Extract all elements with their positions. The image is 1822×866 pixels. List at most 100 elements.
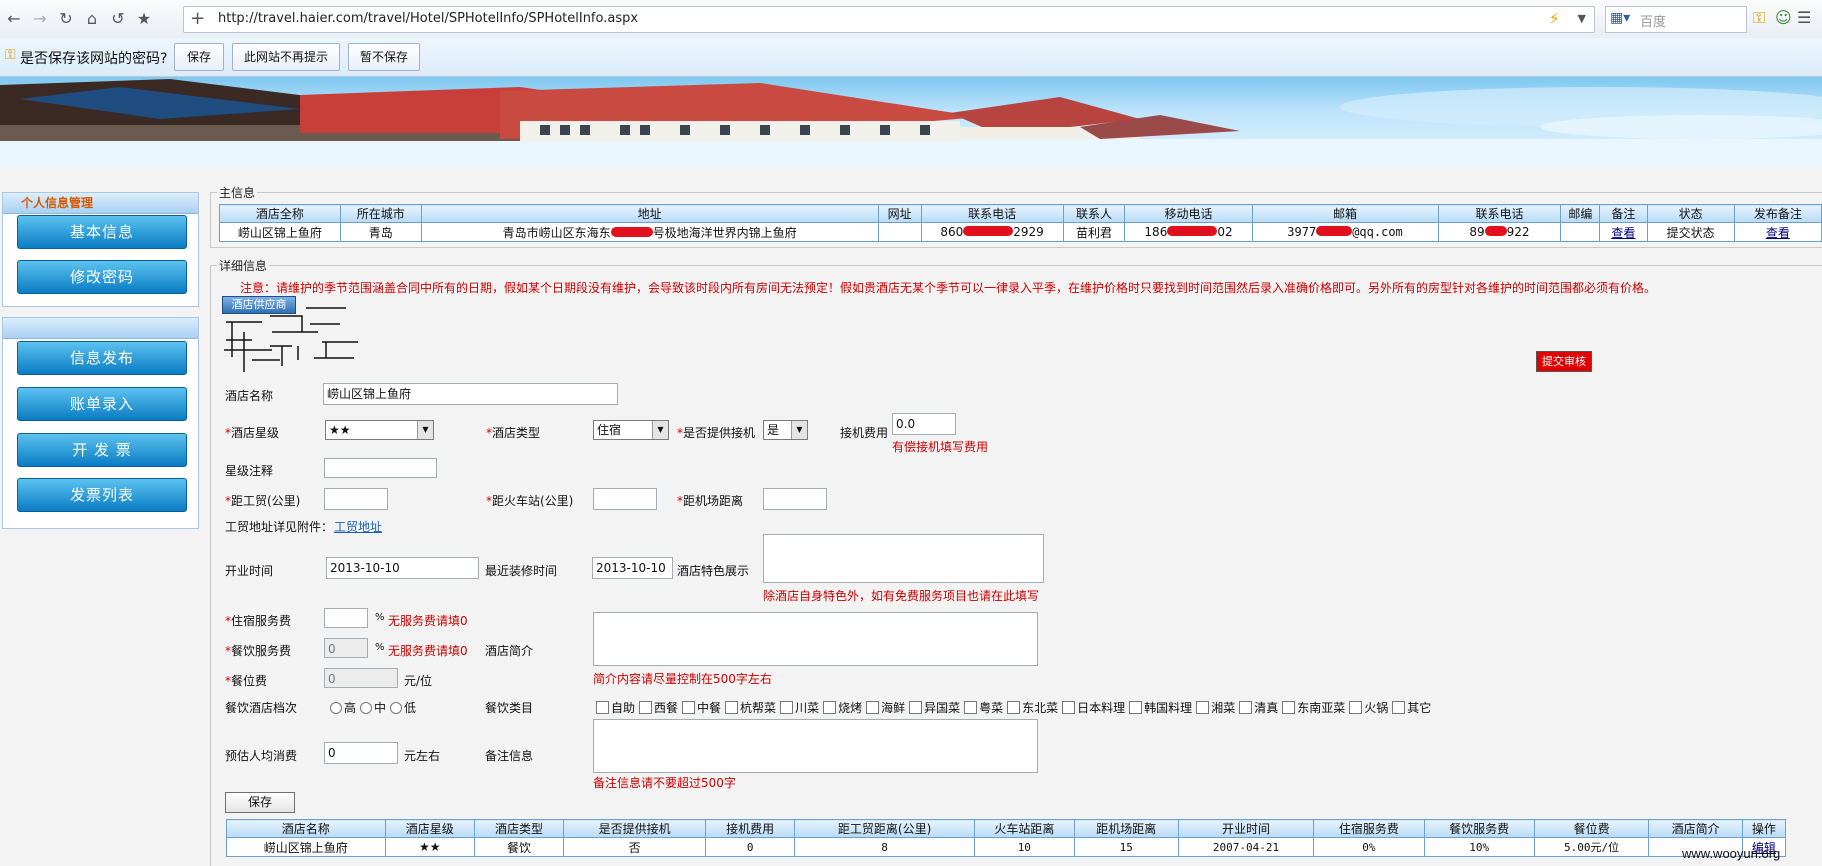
- favorite-star-icon[interactable]: ★: [132, 8, 156, 30]
- cuisine-checkbox[interactable]: [1007, 701, 1021, 714]
- cuisine-checkbox[interactable]: [1196, 701, 1210, 714]
- room-fee-input[interactable]: [324, 608, 368, 628]
- type-select[interactable]: 住宿 ▼: [593, 420, 669, 440]
- search-box[interactable]: ▦▾ 百度: [1605, 6, 1747, 33]
- dist-airport-input[interactable]: [763, 488, 827, 510]
- cuisine-checkbox-label: 中餐: [697, 701, 722, 715]
- intro-label: 酒店简介: [485, 644, 534, 658]
- cuisine-checkbox[interactable]: [1282, 701, 1296, 714]
- banner-image: [0, 79, 1822, 167]
- dist-train-label: *距火车站(公里): [486, 494, 574, 508]
- gm-address-link[interactable]: 工贸地址: [334, 518, 382, 535]
- submit-audit-button[interactable]: 提交审核: [1536, 351, 1592, 372]
- table-cell: 10%: [1423, 837, 1535, 857]
- open-date-input[interactable]: 2013-10-10: [326, 557, 479, 579]
- business-panel: 信息发布 账单录入 开 发 票 发票列表: [2, 317, 199, 529]
- cuisine-checkbox-label: 烧烤: [838, 701, 863, 715]
- cuisine-checkbox[interactable]: [639, 701, 653, 714]
- header-cell: 酒店类型: [473, 819, 565, 838]
- pickup-fee-input[interactable]: 0.0: [892, 413, 956, 435]
- header-cell: 餐饮服务费: [1423, 819, 1535, 838]
- view-pub-note-link[interactable]: 查看: [1766, 226, 1790, 240]
- change-password-button[interactable]: 修改密码: [17, 260, 187, 294]
- cuisine-checkbox[interactable]: [1392, 701, 1406, 714]
- header-cell: 邮编: [1560, 204, 1601, 223]
- header-cell: 发布备注: [1733, 204, 1822, 223]
- dist-gm-input[interactable]: [324, 488, 388, 510]
- chevron-down-icon[interactable]: ▼: [791, 421, 807, 439]
- chevron-down-icon[interactable]: ▼: [652, 421, 668, 439]
- radio-high[interactable]: [330, 702, 342, 714]
- radio-mid[interactable]: [360, 702, 373, 714]
- main-info-legend: 主信息: [219, 186, 256, 200]
- forward-icon[interactable]: →: [28, 8, 52, 30]
- pickup-fee-label: 接机费用: [840, 426, 889, 440]
- redaction-mark: [610, 226, 653, 237]
- not-now-button[interactable]: 暂不保存: [348, 43, 420, 71]
- cuisine-checkbox[interactable]: [725, 701, 739, 714]
- issue-invoice-button[interactable]: 开 发 票: [17, 433, 187, 467]
- basic-info-button[interactable]: 基本信息: [17, 215, 187, 249]
- cuisine-checkbox-label: 东北菜: [1022, 701, 1059, 715]
- publish-info-button[interactable]: 信息发布: [17, 341, 187, 375]
- table-header-row: 酒店全称 所在城市 地址 网址 联系电话 联系人 移动电话 邮箱 联系电话 邮编…: [219, 204, 1822, 223]
- dining-fee-input[interactable]: 0: [324, 638, 368, 658]
- grade-label: 餐饮酒店档次: [225, 701, 298, 715]
- pickup-select[interactable]: 是 ▼: [763, 420, 808, 440]
- feature-textarea[interactable]: [763, 534, 1044, 583]
- home-icon[interactable]: ⌂: [80, 8, 104, 30]
- star-select[interactable]: ★★ ▼: [325, 420, 434, 440]
- header-cell: 备注: [1599, 204, 1648, 223]
- user-icon[interactable]: ☺: [1775, 8, 1792, 27]
- search-engine-icon[interactable]: ▦▾: [1610, 10, 1630, 26]
- radio-low[interactable]: [390, 702, 403, 714]
- mobile-cell: 186 02: [1124, 222, 1253, 242]
- avg-spend-label: 预估人均消费: [225, 749, 298, 763]
- renov-date-input[interactable]: 2013-10-10: [592, 557, 673, 579]
- cuisine-checkbox[interactable]: [1349, 701, 1363, 714]
- table-cell: 2007-04-21: [1177, 837, 1315, 857]
- cuisine-checkbox-label: 日本料理: [1077, 701, 1126, 715]
- remark-textarea[interactable]: [593, 719, 1038, 773]
- menu-icon[interactable]: ☰: [1797, 8, 1811, 27]
- hotel-summary-table: 酒店名称 酒店星级 酒店类型 是否提供接机 接机费用 距工贸距离(公里) 火车站…: [226, 819, 1787, 857]
- never-remind-button[interactable]: 此网站不再提示: [232, 43, 340, 71]
- header-cell: 餐位费: [1533, 819, 1650, 838]
- dining-fee-hint: 无服务费请填0: [388, 644, 468, 658]
- refresh-icon[interactable]: ↻: [54, 8, 78, 30]
- save-button[interactable]: 保存: [225, 792, 295, 813]
- lightning-icon[interactable]: ⚡: [1549, 9, 1560, 28]
- cuisine-checkbox[interactable]: [866, 701, 880, 714]
- invoice-list-button[interactable]: 发票列表: [17, 478, 187, 512]
- cuisine-checkbox[interactable]: [909, 701, 923, 714]
- star-note-input[interactable]: [324, 458, 437, 478]
- panel-title: 个人信息管理: [3, 193, 198, 214]
- cuisine-checkbox[interactable]: [596, 701, 609, 714]
- chevron-down-icon[interactable]: ▼: [1578, 12, 1586, 25]
- hotel-name-input[interactable]: 崂山区锦上鱼府: [323, 383, 618, 405]
- cuisine-checkbox[interactable]: [823, 701, 837, 714]
- mobile-part: 186: [1144, 225, 1168, 239]
- chevron-down-icon[interactable]: ▼: [417, 421, 433, 439]
- intro-textarea[interactable]: [593, 612, 1038, 666]
- dist-train-input[interactable]: [593, 488, 657, 510]
- back-icon[interactable]: ←: [2, 8, 26, 30]
- cuisine-checkbox[interactable]: [682, 701, 696, 714]
- avg-spend-input[interactable]: 0: [324, 742, 398, 764]
- undo-icon[interactable]: ↺: [106, 8, 130, 30]
- address-bar[interactable]: + http://travel.haier.com/travel/Hotel/S…: [183, 6, 1595, 33]
- table-cell: 10: [973, 837, 1075, 857]
- cuisine-checkbox[interactable]: [1239, 701, 1253, 714]
- search-placeholder: 百度: [1640, 15, 1667, 30]
- view-note-link[interactable]: 查看: [1611, 226, 1635, 240]
- seat-fee-input[interactable]: 0: [324, 668, 398, 688]
- cuisine-checkbox[interactable]: [1062, 701, 1076, 714]
- cuisine-checkbox[interactable]: [1129, 701, 1143, 714]
- pub-note-cell: 查看: [1733, 222, 1822, 242]
- key-icon[interactable]: ⚿: [1753, 8, 1765, 28]
- cuisine-checkbox[interactable]: [964, 701, 978, 714]
- new-tab-icon[interactable]: +: [190, 8, 205, 29]
- save-password-button[interactable]: 保存: [174, 43, 224, 71]
- bill-entry-button[interactable]: 账单录入: [17, 387, 187, 421]
- cuisine-checkbox[interactable]: [780, 701, 794, 714]
